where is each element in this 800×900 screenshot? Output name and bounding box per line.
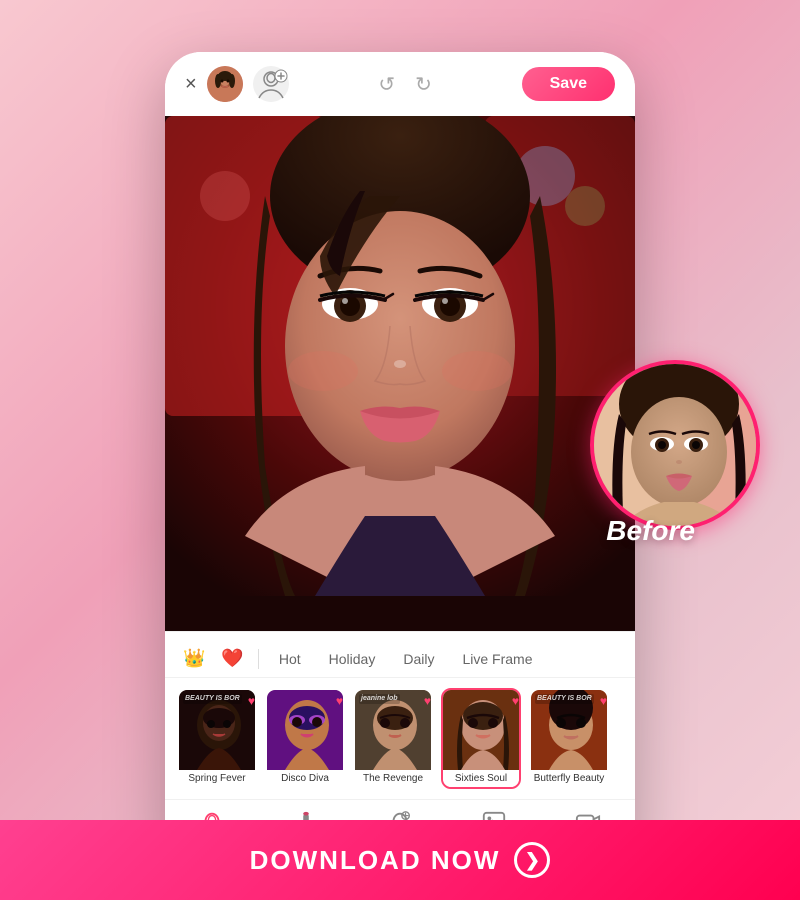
undo-button[interactable]: ↺	[378, 72, 395, 97]
main-photo-area	[165, 116, 635, 631]
heart-badge-2: ♥	[336, 694, 343, 708]
filter-card-butterfly-beauty[interactable]: BEAUTY IS BOR ♥	[529, 688, 609, 789]
avatar[interactable]	[207, 66, 243, 102]
heart-badge-1: ♥	[248, 694, 255, 708]
before-label: Before	[606, 515, 695, 547]
crown-icon[interactable]: 👑	[177, 640, 211, 677]
save-button[interactable]: Save	[522, 67, 615, 101]
main-face-svg	[165, 116, 635, 596]
tab-live-frame[interactable]: Live Frame	[450, 643, 544, 675]
tab-holiday[interactable]: Holiday	[317, 643, 388, 675]
heart-badge-5: ♥	[600, 694, 607, 708]
favorites-tab[interactable]: ❤️	[215, 640, 249, 677]
tabs-row: 👑 ❤️ Hot Holiday Daily Live Frame	[165, 640, 635, 678]
filter-tabs: 👑 ❤️ Hot Holiday Daily Live Frame BEAUTY…	[165, 631, 635, 799]
redo-button[interactable]: ↻	[415, 72, 432, 97]
tab-hot[interactable]: Hot	[267, 643, 313, 675]
filter-card-label-2: Disco Diva	[267, 770, 343, 787]
before-face-svg	[594, 364, 760, 530]
filter-card-sixties-soul[interactable]: ♥	[441, 688, 521, 789]
filter-card-disco-diva[interactable]: ♥ D	[265, 688, 345, 789]
tab-divider	[258, 649, 259, 669]
top-bar: ×	[165, 52, 635, 116]
phone-app: ×	[165, 52, 635, 872]
filter-card-the-revenge[interactable]: jeanine lob ♥ The Rev	[353, 688, 433, 789]
heart-badge-4: ♥	[512, 694, 519, 708]
top-bar-controls: ↺ ↻	[378, 72, 432, 97]
watermark-3: jeanine lob	[359, 694, 400, 704]
filter-card-spring-fever[interactable]: BEAUTY IS BOR ♥ Sprin	[177, 688, 257, 789]
add-face-button[interactable]	[253, 66, 289, 102]
close-button[interactable]: ×	[185, 73, 197, 96]
before-bubble	[590, 360, 760, 530]
watermark-1: BEAUTY IS BOR	[183, 694, 242, 704]
filter-card-label-1: Spring Fever	[179, 770, 255, 787]
filter-cards-row: BEAUTY IS BOR ♥ Sprin	[165, 678, 635, 799]
download-bar[interactable]: DOWNLOAD NOW ❯	[0, 820, 800, 900]
watermark-5: BEAUTY IS BOR	[535, 694, 594, 704]
tab-daily[interactable]: Daily	[391, 643, 446, 675]
filter-card-label-4: Sixties Soul	[443, 770, 519, 787]
top-bar-left: ×	[185, 66, 289, 102]
download-arrow-circle: ❯	[514, 842, 550, 878]
download-text: DOWNLOAD NOW	[250, 845, 501, 876]
heart-badge-3: ♥	[424, 694, 431, 708]
filter-card-label-3: The Revenge	[355, 770, 431, 787]
filter-card-label-5: Butterfly Beauty	[531, 770, 607, 787]
